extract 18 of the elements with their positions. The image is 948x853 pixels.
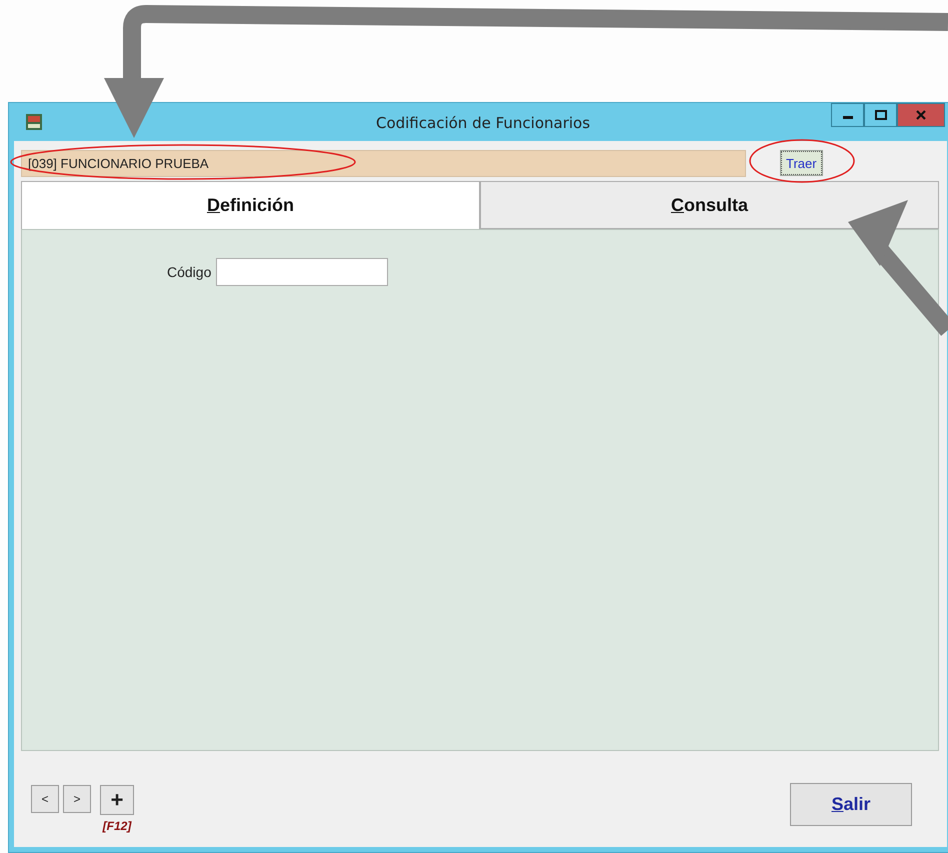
window-title: Codificación de Funcionarios — [376, 114, 590, 132]
shortcut-label: [F12] — [102, 819, 132, 833]
close-button[interactable] — [897, 103, 945, 127]
input-field[interactable] — [216, 258, 388, 286]
next-button[interactable]: > — [63, 785, 91, 813]
previous-button[interactable]: < — [31, 785, 59, 813]
field-label: Código — [167, 264, 212, 280]
add-button[interactable]: + — [100, 785, 134, 815]
record-field[interactable]: [039] FUNCIONARIO PRUEBA — [21, 150, 746, 176]
maximize-icon — [874, 110, 886, 120]
exit-button[interactable]: Salir — [790, 783, 912, 826]
minimize-button[interactable] — [831, 103, 864, 127]
fetch-button[interactable]: Traer — [781, 151, 822, 175]
tab[interactable]: Definición — [21, 181, 480, 229]
tab[interactable]: Consulta — [480, 181, 939, 229]
close-icon — [915, 110, 927, 120]
app-icon — [25, 113, 43, 131]
maximize-button[interactable] — [864, 103, 897, 127]
